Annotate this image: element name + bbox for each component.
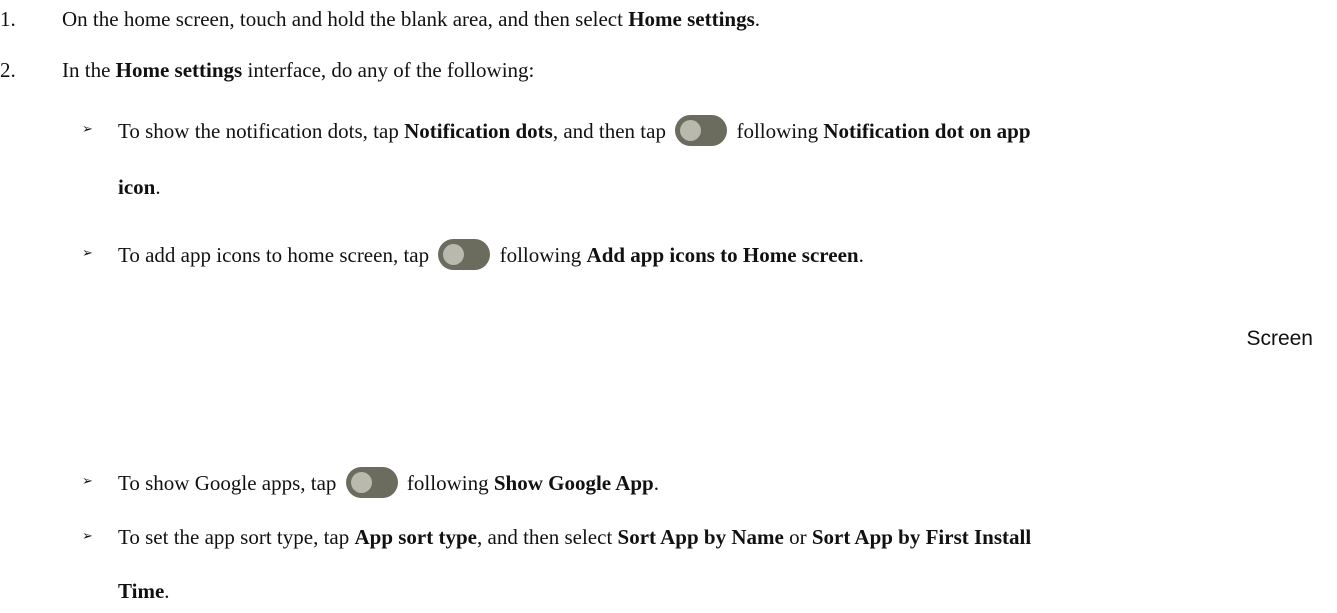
step-number: 2. xyxy=(0,58,16,82)
bullet-text: To show the notification dots, tap Notif… xyxy=(118,115,1031,146)
step-number: 1. xyxy=(0,7,16,31)
toggle-switch-off-icon xyxy=(675,115,728,146)
home-settings-label: Home settings xyxy=(628,7,755,31)
screen-label: Screen xyxy=(1246,327,1313,350)
home-settings-label: Home settings xyxy=(115,58,243,82)
bullet-arrow-icon: ➢ xyxy=(82,474,93,489)
bullet-text: To set the app sort type, tap App sort t… xyxy=(118,525,1032,549)
step-text: In the Home settings interface, do any o… xyxy=(62,58,535,82)
toggle-switch-off-icon xyxy=(438,239,491,270)
bullet-text: To add app icons to home screen, tap fol… xyxy=(118,239,864,270)
bullet-text: To show Google apps, tap following Show … xyxy=(118,467,659,498)
bullet-arrow-icon: ➢ xyxy=(82,529,93,544)
bullet-notification-dots-cont: icon. xyxy=(118,175,161,199)
step-text: On the home screen, touch and hold the b… xyxy=(62,7,761,31)
bullet-arrow-icon: ➢ xyxy=(82,246,93,261)
toggle-knob xyxy=(443,244,465,265)
toggle-knob xyxy=(680,120,702,141)
bullet-arrow-icon: ➢ xyxy=(82,122,93,137)
toggle-switch-off-icon xyxy=(345,467,398,498)
bullet-app-sort-type-cont: Time. xyxy=(118,579,170,603)
toggle-knob xyxy=(350,472,372,493)
